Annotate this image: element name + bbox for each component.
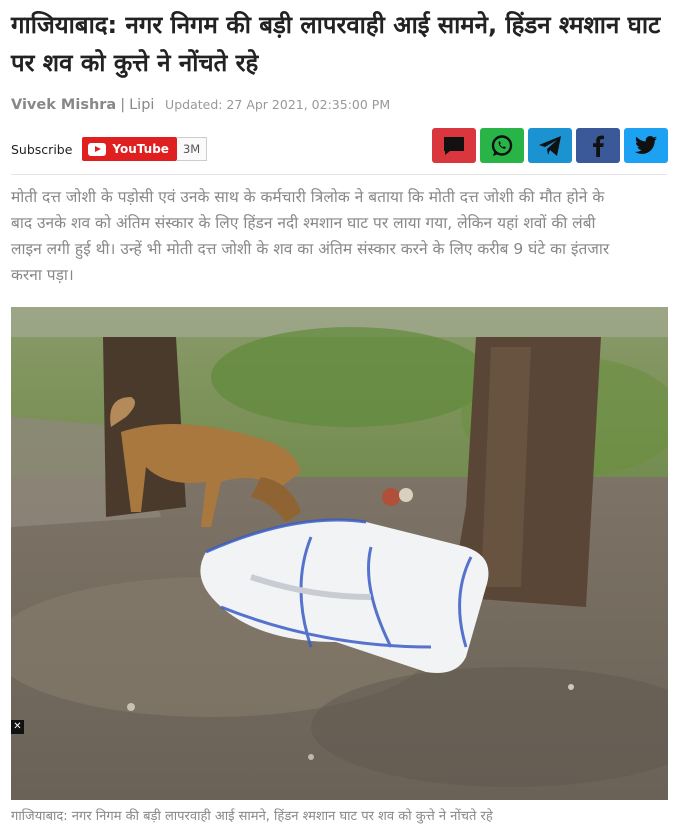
telegram-share-button[interactable] — [528, 128, 572, 163]
byline-separator: | — [120, 97, 126, 113]
subscribe-label: Subscribe — [11, 141, 73, 157]
youtube-subscribe-button[interactable]: YouTube — [82, 137, 177, 161]
facebook-icon — [593, 135, 604, 157]
whatsapp-share-button[interactable] — [480, 128, 524, 163]
byline: Vivek Mishra | Lipi Updated: 27 Apr 2021, … — [11, 97, 390, 113]
youtube-label: YouTube — [112, 142, 169, 156]
photo-caption: गाजियाबाद: नगर निगम की बड़ी लापरवाही आई … — [11, 809, 493, 824]
updated-timestamp: Updated: 27 Apr 2021, 02:35:00 PM — [165, 97, 391, 112]
twitter-icon — [635, 135, 657, 154]
youtube-icon — [88, 142, 107, 156]
article-lede: मोती दत्त जोशी के पड़ोसी एवं उनके साथ के… — [11, 188, 610, 284]
author-name[interactable]: Vivek Mishra — [11, 97, 116, 113]
close-icon[interactable]: ✕ — [11, 720, 24, 734]
facebook-share-button[interactable] — [576, 128, 620, 163]
article-photo[interactable] — [11, 307, 668, 800]
comment-icon — [444, 136, 464, 155]
source-name: Lipi — [129, 97, 155, 113]
subscribe-row: Subscribe YouTube 3M — [11, 137, 208, 161]
twitter-share-button[interactable] — [624, 128, 668, 163]
comment-button[interactable] — [432, 128, 476, 163]
whatsapp-icon — [491, 134, 513, 156]
share-bar — [432, 128, 668, 163]
divider — [11, 174, 667, 175]
headline: गाजियाबाद: नगर निगम की बड़ी लापरवाही आई … — [11, 11, 661, 77]
telegram-icon — [539, 135, 561, 156]
subscriber-count: 3M — [176, 137, 208, 161]
